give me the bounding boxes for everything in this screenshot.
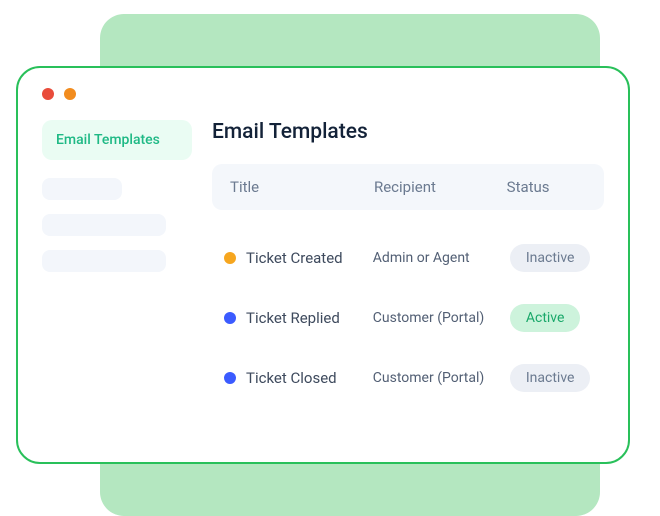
cell-title: Ticket Created [224,249,365,267]
status-badge[interactable]: Inactive [510,364,591,392]
cell-status: Inactive [510,364,592,392]
sidebar-item-placeholder[interactable] [42,214,166,236]
row-title: Ticket Replied [246,309,340,327]
table-row[interactable]: Ticket Created Admin or Agent Inactive [212,228,604,288]
row-title: Ticket Created [246,249,343,267]
minimize-icon[interactable] [64,88,76,100]
window-controls [42,88,604,100]
cell-recipient: Customer (Portal) [373,310,502,326]
column-header-status: Status [507,178,586,196]
status-badge[interactable]: Active [510,304,581,332]
cell-status: Inactive [510,244,592,272]
page-title: Email Templates [212,120,604,144]
sidebar-item-placeholder[interactable] [42,178,122,200]
status-dot-icon [224,372,236,384]
sidebar-item-email-templates[interactable]: Email Templates [42,120,192,160]
cell-recipient: Customer (Portal) [373,370,502,386]
main-content: Email Templates Title Recipient Status T… [212,120,604,408]
sidebar-item-label: Email Templates [56,132,160,148]
cell-title: Ticket Closed [224,369,365,387]
table-row[interactable]: Ticket Replied Customer (Portal) Active [212,288,604,348]
status-badge[interactable]: Inactive [510,244,591,272]
cell-title: Ticket Replied [224,309,365,327]
cell-recipient: Admin or Agent [373,250,502,266]
row-title: Ticket Closed [246,369,337,387]
column-header-title: Title [230,178,366,196]
close-icon[interactable] [42,88,54,100]
column-header-recipient: Recipient [374,178,499,196]
sidebar: Email Templates [42,120,192,408]
status-dot-icon [224,312,236,324]
sidebar-item-placeholder[interactable] [42,250,166,272]
table-row[interactable]: Ticket Closed Customer (Portal) Inactive [212,348,604,408]
cell-status: Active [510,304,592,332]
status-dot-icon [224,252,236,264]
app-window: Email Templates Email Templates Title Re… [16,66,630,464]
table-header: Title Recipient Status [212,164,604,210]
